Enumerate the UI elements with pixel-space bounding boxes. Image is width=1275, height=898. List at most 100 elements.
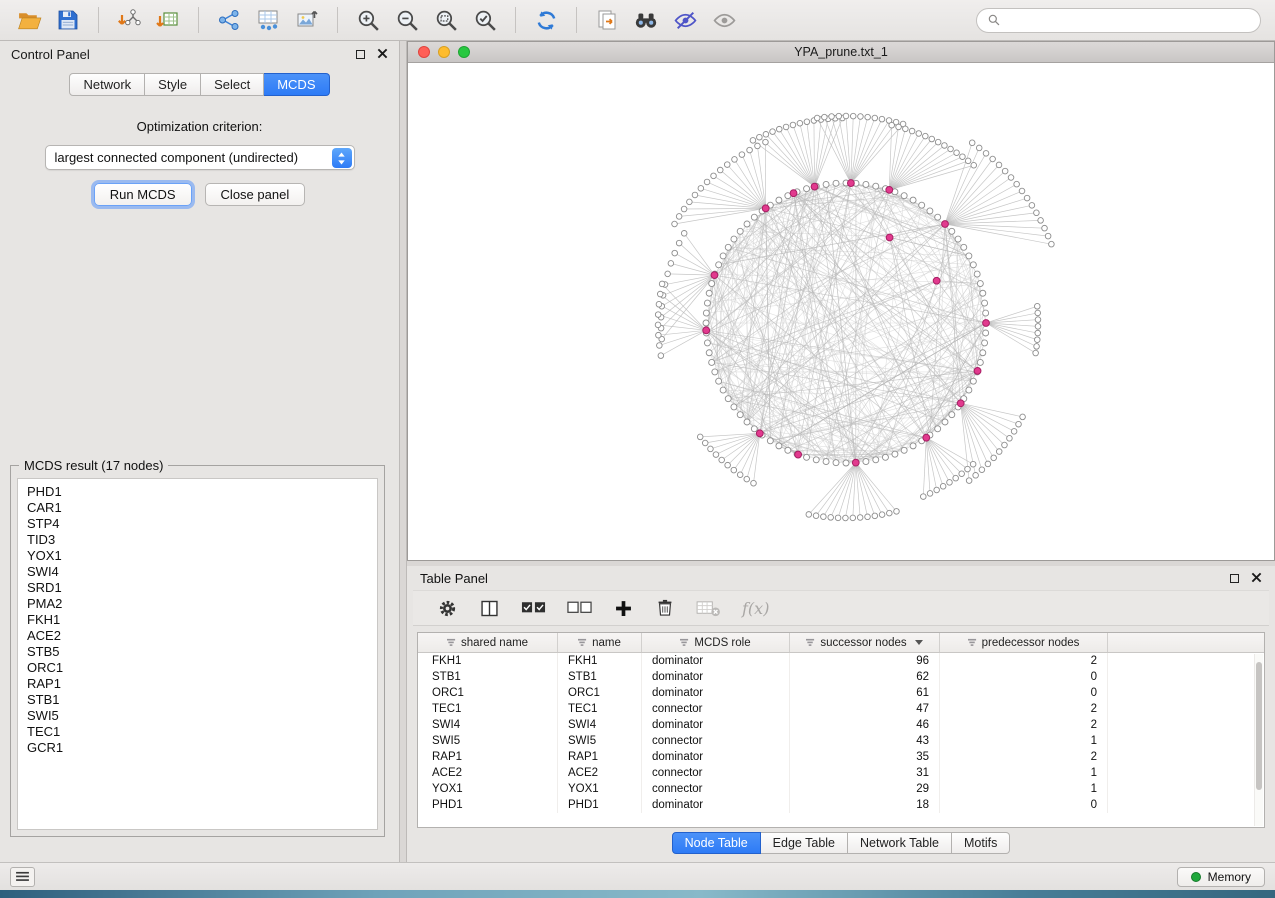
table-toolbar: f(x) [413, 590, 1269, 626]
zoom-out-icon[interactable] [392, 5, 422, 35]
mcds-result-item[interactable]: PHD1 [27, 484, 368, 500]
mcds-result-item[interactable]: STP4 [27, 516, 368, 532]
tab-mcds[interactable]: MCDS [264, 73, 329, 96]
function-builder-icon[interactable]: f(x) [742, 599, 769, 618]
search-input[interactable] [1007, 13, 1250, 27]
mcds-result-item[interactable]: SWI5 [27, 708, 368, 724]
tab-motifs[interactable]: Motifs [952, 832, 1010, 854]
show-details-eye-icon[interactable] [709, 5, 739, 35]
refresh-view-icon[interactable] [531, 5, 561, 35]
window-close-traffic-light[interactable] [418, 46, 430, 58]
window-minimize-traffic-light[interactable] [438, 46, 450, 58]
mcds-result-item[interactable]: ACE2 [27, 628, 368, 644]
mcds-result-item[interactable]: TEC1 [27, 724, 368, 740]
network-canvas[interactable] [408, 63, 1274, 560]
table-cell: 0 [940, 685, 1108, 701]
export-image-icon[interactable] [292, 5, 322, 35]
toolbar-separator [98, 7, 99, 33]
search-icon [987, 13, 1001, 27]
zoom-selected-icon[interactable] [470, 5, 500, 35]
table-cell-filler [1108, 717, 1264, 733]
table-cell: ACE2 [418, 765, 558, 781]
hide-details-eye-icon[interactable] [670, 5, 700, 35]
tab-edge-table[interactable]: Edge Table [761, 832, 848, 854]
table-cell: 62 [790, 669, 940, 685]
desktop-wallpaper [0, 890, 1275, 898]
table-panel-title: Table Panel [420, 571, 488, 586]
table-row[interactable]: SWI5SWI5connector431 [418, 733, 1264, 749]
column-header[interactable]: name [558, 633, 642, 652]
table-row[interactable]: STB1STB1dominator620 [418, 669, 1264, 685]
optimization-criterion-select[interactable]: largest connected component (undirected) [45, 145, 355, 170]
network-graph[interactable] [408, 63, 1274, 560]
select-all-icon[interactable] [521, 599, 546, 617]
copy-network-icon[interactable] [592, 5, 622, 35]
table-row[interactable]: ACE2ACE2connector311 [418, 765, 1264, 781]
deselect-all-icon[interactable] [567, 599, 592, 617]
mcds-result-item[interactable]: GCR1 [27, 740, 368, 756]
run-mcds-button[interactable]: Run MCDS [94, 183, 192, 206]
new-network-icon[interactable] [214, 5, 244, 35]
column-header[interactable]: MCDS role [642, 633, 790, 652]
table-row[interactable]: PHD1PHD1dominator180 [418, 797, 1264, 813]
table-header-row: shared namenameMCDS rolesuccessor nodesp… [418, 633, 1264, 653]
memory-button-label: Memory [1208, 870, 1251, 884]
mcds-result-item[interactable]: STB5 [27, 644, 368, 660]
mcds-result-item[interactable]: SRD1 [27, 580, 368, 596]
save-session-icon[interactable] [53, 5, 83, 35]
table-row[interactable]: RAP1RAP1dominator352 [418, 749, 1264, 765]
mcds-result-item[interactable]: ORC1 [27, 660, 368, 676]
show-columns-icon[interactable] [479, 598, 500, 619]
table-row[interactable]: FKH1FKH1dominator962 [418, 653, 1264, 669]
table-cell: TEC1 [418, 701, 558, 717]
table-row[interactable]: SWI4SWI4dominator462 [418, 717, 1264, 733]
table-cell: PHD1 [418, 797, 558, 813]
panel-divider-vertical[interactable] [400, 41, 407, 863]
close-panel-icon[interactable] [377, 47, 388, 62]
column-header[interactable]: predecessor nodes [940, 633, 1108, 652]
float-table-panel-icon[interactable] [1230, 574, 1239, 583]
table-row[interactable]: YOX1YOX1connector291 [418, 781, 1264, 797]
network-window-titlebar[interactable]: YPA_prune.txt_1 [408, 42, 1274, 63]
close-panel-button[interactable]: Close panel [205, 183, 306, 206]
binoculars-icon[interactable] [631, 5, 661, 35]
tab-network[interactable]: Network [69, 73, 145, 96]
mcds-result-item[interactable]: PMA2 [27, 596, 368, 612]
mcds-result-item[interactable]: YOX1 [27, 548, 368, 564]
sort-caret-icon [915, 640, 923, 645]
panel-menu-button[interactable] [10, 867, 35, 887]
mcds-result-item[interactable]: FKH1 [27, 612, 368, 628]
table-row[interactable]: TEC1TEC1connector472 [418, 701, 1264, 717]
table-cell: 2 [940, 717, 1108, 733]
tab-node-table[interactable]: Node Table [672, 832, 761, 854]
table-row[interactable]: ORC1ORC1dominator610 [418, 685, 1264, 701]
mcds-result-item[interactable]: RAP1 [27, 676, 368, 692]
zoom-fit-icon[interactable] [431, 5, 461, 35]
import-table-icon[interactable] [153, 5, 183, 35]
float-panel-icon[interactable] [356, 50, 365, 59]
open-session-icon[interactable] [14, 5, 44, 35]
table-scrollbar[interactable] [1254, 654, 1263, 826]
mcds-result-item[interactable]: CAR1 [27, 500, 368, 516]
window-zoom-traffic-light[interactable] [458, 46, 470, 58]
mcds-result-list[interactable]: PHD1CAR1STP4TID3YOX1SWI4SRD1PMA2FKH1ACE2… [17, 478, 378, 830]
mcds-result-item[interactable]: SWI4 [27, 564, 368, 580]
column-header[interactable]: successor nodes [790, 633, 940, 652]
tab-network-table[interactable]: Network Table [848, 832, 952, 854]
scrollbar-thumb[interactable] [1256, 662, 1262, 790]
table-cell-filler [1108, 685, 1264, 701]
mcds-result-item[interactable]: TID3 [27, 532, 368, 548]
tab-style[interactable]: Style [145, 73, 201, 96]
import-network-icon[interactable] [114, 5, 144, 35]
memory-button[interactable]: Memory [1177, 867, 1265, 887]
zoom-in-icon[interactable] [353, 5, 383, 35]
mcds-result-item[interactable]: STB1 [27, 692, 368, 708]
table-settings-gear-icon[interactable] [437, 598, 458, 619]
add-column-plus-icon[interactable] [613, 598, 634, 619]
new-table-icon[interactable] [253, 5, 283, 35]
column-header[interactable]: shared name [418, 633, 558, 652]
tab-select[interactable]: Select [201, 73, 264, 96]
delete-table-icon[interactable] [696, 599, 721, 618]
close-table-panel-icon[interactable] [1251, 571, 1262, 586]
delete-column-trash-icon[interactable] [655, 598, 675, 618]
